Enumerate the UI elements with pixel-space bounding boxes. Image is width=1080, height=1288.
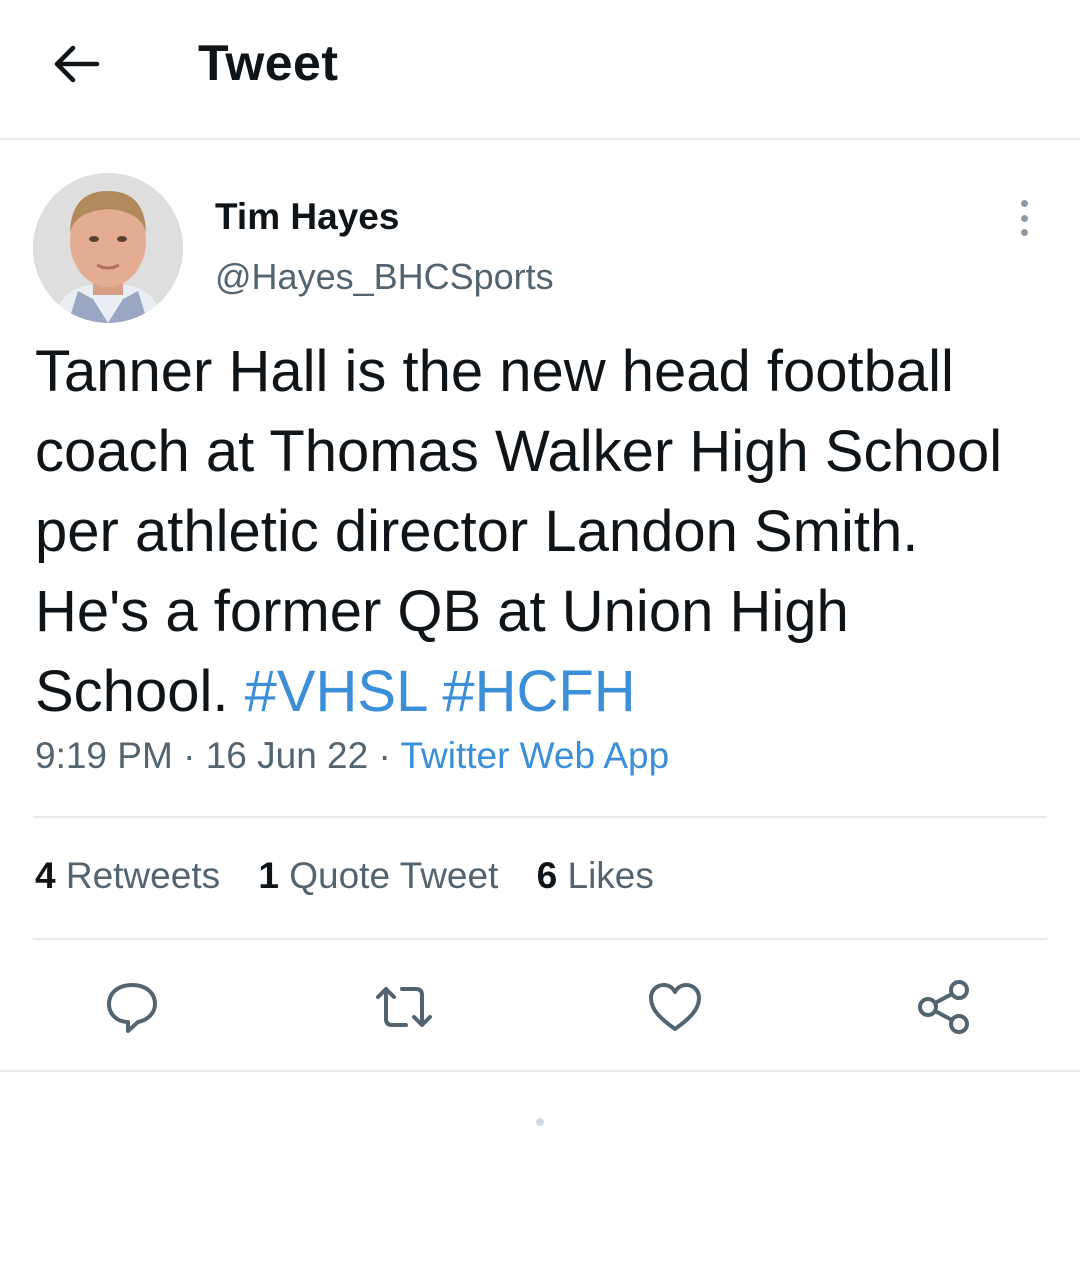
separator: · [368,735,401,776]
action-bar [0,975,1080,1045]
tweet-text: Tanner Hall is the new head football coa… [35,332,1050,732]
likes-count: 6 [536,855,558,896]
like-button[interactable] [643,975,707,1039]
loading-indicator [536,1118,544,1126]
tweet-date: 16 Jun 22 [205,735,369,776]
divider [33,816,1047,818]
retweets-stat[interactable]: 4 Retweets [35,855,220,896]
retweets-count: 4 [35,855,56,896]
tweet-line: He's a former QB at Union High [35,579,849,644]
tweet-meta: 9:19 PM · 16 Jun 22 · Twitter Web App [35,735,669,777]
likes-label: Likes [567,855,654,896]
like-icon [649,983,701,1031]
avatar[interactable] [33,173,183,323]
separator: · [172,735,206,776]
share-button[interactable] [912,975,976,1039]
author-handle[interactable]: @Hayes_BHCSports [215,256,554,298]
retweets-label: Retweets [65,855,221,896]
quotes-count: 1 [258,855,279,896]
quotes-stat[interactable]: 1 Quote Tweet [258,855,498,896]
hashtag-link[interactable]: #VHSL [245,659,427,724]
dot-icon [1020,214,1028,222]
tweet-line: per athletic director Landon Smith. [35,499,919,564]
arrow-left-icon [54,45,100,83]
reply-icon [107,983,157,1033]
retweet-icon [376,987,432,1027]
tweet-time: 9:19 PM [35,735,173,776]
back-button[interactable] [44,32,108,96]
hashtag-link[interactable]: #HCFH [442,659,635,724]
tweet-line: School. #VHSL #HCFH [35,652,1050,732]
top-bar: Tweet [0,0,1080,140]
share-icon [918,980,969,1034]
profile-photo [33,173,183,323]
tweet-source-link[interactable]: Twitter Web App [400,735,669,776]
page-title: Tweet [198,35,339,91]
likes-stat[interactable]: 6 Likes [537,855,654,896]
tweet-line-text: School. [35,659,229,724]
divider [33,938,1047,940]
dot-icon [1020,229,1028,236]
tweet-line: Tanner Hall is the new head football [35,339,954,404]
more-options-button[interactable] [1006,196,1042,240]
tweet-line: coach at Thomas Walker High School [35,419,1003,484]
divider [0,1070,1080,1072]
author-name[interactable]: Tim Hayes [215,196,399,238]
tweet-stats: 4 Retweets 1 Quote Tweet 6 Likes [35,855,682,897]
reply-button[interactable] [100,975,164,1039]
retweet-button[interactable] [372,975,436,1039]
quotes-label: Quote Tweet [289,855,499,896]
dot-icon [1020,200,1028,207]
